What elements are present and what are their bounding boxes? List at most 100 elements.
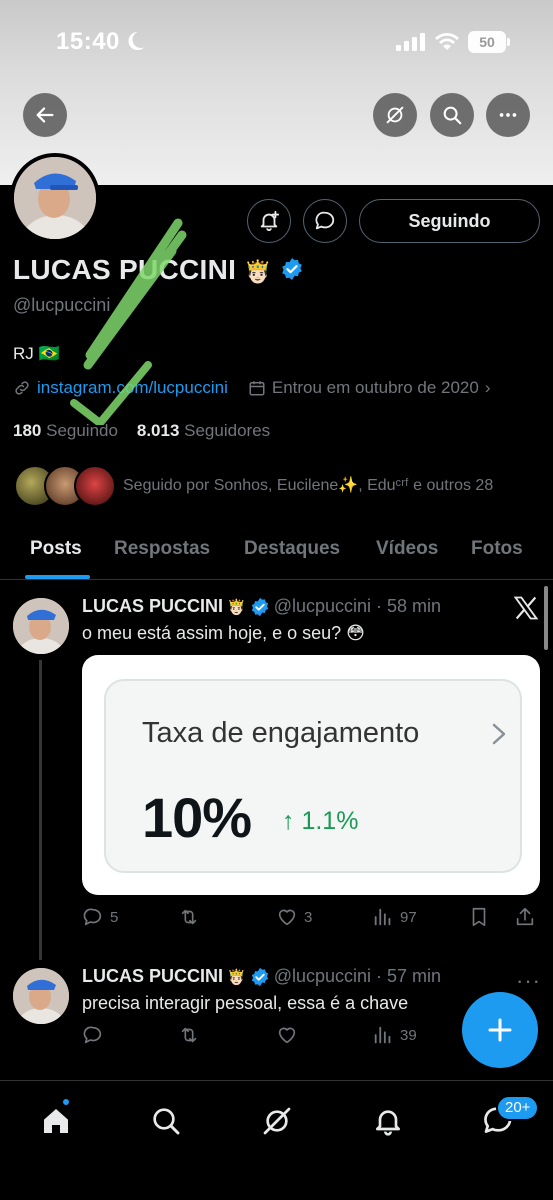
bell-plus-icon (260, 210, 280, 232)
bottom-navigation: 20+ (0, 1080, 553, 1200)
engagement-change: ↑ 1.1% (282, 807, 359, 835)
tweet-header: LUCAS PUCCINI 🤴🏻 @lucpuccini · 58 min (82, 596, 441, 617)
nav-search[interactable] (146, 1101, 186, 1141)
tweet-avatar[interactable] (13, 598, 69, 654)
profile-bio: RJ 🇧🇷 (13, 344, 60, 363)
more-options-button[interactable] (486, 93, 530, 137)
followed-by-text[interactable]: Seguido por Sonhos, Eucilene✨, Eduᶜʳᶠ e … (123, 475, 493, 495)
share-icon (516, 907, 534, 926)
chevron-right-icon (492, 723, 506, 745)
tweet-author-name[interactable]: LUCAS PUCCINI (82, 966, 223, 987)
retweet-button[interactable] (178, 1024, 206, 1046)
reply-icon (83, 908, 102, 926)
profile-meta: instagram.com/lucpuccini Entrou em outub… (13, 378, 491, 398)
profile-avatar[interactable] (10, 153, 100, 243)
home-notification-dot (61, 1097, 71, 1107)
followers-count: 8.013 (136, 421, 180, 440)
active-tab-indicator (25, 575, 90, 579)
views-chart-icon (374, 1026, 391, 1044)
heart-icon (278, 909, 296, 926)
profile-handle: @lucpuccini (13, 295, 111, 315)
tab-highlights[interactable]: Destaques (244, 538, 340, 560)
status-bar: 15:40 50 (0, 0, 553, 80)
followers-count-link[interactable]: 8.013 Seguidores (137, 421, 270, 440)
profile-link[interactable]: instagram.com/lucpuccini (37, 378, 228, 398)
tweet-meta: @lucpuccini · 58 min (273, 596, 442, 616)
views-button[interactable]: 39 (372, 1024, 417, 1046)
grok-icon (263, 1107, 291, 1135)
tab-posts[interactable]: Posts (30, 538, 82, 560)
reply-button[interactable]: 5 (82, 906, 118, 928)
home-icon (44, 1109, 68, 1133)
tweet-image-card[interactable]: Taxa de engajamento 10% ↑ 1.1% (82, 655, 540, 895)
following-label: Seguindo (46, 421, 118, 440)
views-count: 97 (400, 908, 417, 926)
reply-button[interactable] (82, 1024, 110, 1046)
tweet-meta: @lucpuccini · 57 min (273, 966, 442, 986)
message-button[interactable] (303, 199, 347, 243)
profile-tabs: Posts Respostas Destaques Vídeos Fotos (0, 526, 553, 580)
tweet-header: LUCAS PUCCINI 🤴🏻 @lucpuccini · 57 min (82, 966, 441, 987)
follower-avatar (74, 465, 116, 507)
like-count: 3 (304, 908, 313, 926)
followers-label: Seguidores (184, 421, 271, 440)
reply-icon (83, 1026, 102, 1044)
search-button[interactable] (430, 93, 474, 137)
heart-icon (278, 1027, 296, 1044)
nav-grok[interactable] (257, 1101, 297, 1141)
bookmark-icon (472, 907, 486, 927)
reply-count: 5 (110, 908, 119, 926)
tweet-avatar-photo (13, 598, 69, 654)
tweet-text: o meu está assim hoje, e o seu? 😳 (82, 623, 365, 643)
follow-counts: 180 Seguindo 8.013 Seguidores (13, 421, 270, 441)
retweet-button[interactable] (178, 906, 206, 928)
followed-by-avatars[interactable] (14, 465, 116, 509)
following-count-link[interactable]: 180 Seguindo (13, 421, 118, 440)
nav-home[interactable] (36, 1101, 76, 1141)
back-button[interactable] (23, 93, 67, 137)
plus-icon (488, 1018, 512, 1042)
battery-tip (507, 38, 510, 46)
engagement-title: Taxa de engajamento (142, 717, 420, 749)
crown-emoji: 🤴🏻 (227, 598, 246, 616)
like-button[interactable] (276, 1024, 304, 1046)
tweet-actions: 5 3 97 (82, 906, 542, 934)
tweet-author-name[interactable]: LUCAS PUCCINI (82, 596, 223, 617)
retweet-icon (181, 909, 197, 925)
tweet-avatar-photo (13, 968, 69, 1024)
link-icon (15, 381, 29, 395)
chevron-right-icon[interactable]: › (485, 378, 491, 398)
status-time: 15:40 (56, 28, 120, 55)
profile-name: LUCAS PUCCINI (13, 254, 237, 285)
chat-bubble-icon (315, 211, 335, 230)
like-button[interactable]: 3 (276, 906, 312, 928)
compose-button[interactable] (462, 992, 538, 1068)
engagement-value: 10% (142, 786, 252, 849)
engagement-card: Taxa de engajamento 10% ↑ 1.1% (104, 679, 522, 873)
bookmark-button[interactable] (468, 906, 496, 928)
notifications-bell-button[interactable] (247, 199, 291, 243)
profile-photo (14, 157, 96, 239)
tweet-more-icon[interactable]: ··· (516, 968, 541, 994)
views-count: 39 (400, 1026, 417, 1044)
scrollbar[interactable] (544, 586, 548, 650)
joined-date: Entrou em outubro de 2020 (271, 378, 479, 397)
following-button[interactable]: Seguindo (359, 199, 540, 243)
signal-icon (396, 33, 425, 51)
crown-emoji: 🤴🏻 (244, 259, 273, 284)
views-button[interactable]: 97 (372, 906, 417, 928)
bell-icon (376, 1110, 400, 1136)
search-icon (443, 106, 462, 125)
verified-badge-icon (282, 258, 302, 280)
following-count: 180 (13, 421, 42, 440)
grok-button[interactable] (373, 93, 417, 137)
tab-videos[interactable]: Vídeos (376, 538, 438, 560)
tab-replies[interactable]: Respostas (114, 538, 210, 560)
moon-icon (128, 31, 145, 51)
nav-notifications[interactable] (368, 1101, 408, 1141)
tweet-avatar[interactable] (13, 968, 69, 1024)
profile-name-row: LUCAS PUCCINI 🤴🏻 (13, 254, 304, 286)
search-icon (153, 1108, 180, 1135)
tab-photos[interactable]: Fotos (471, 538, 523, 560)
share-button[interactable] (514, 906, 542, 928)
